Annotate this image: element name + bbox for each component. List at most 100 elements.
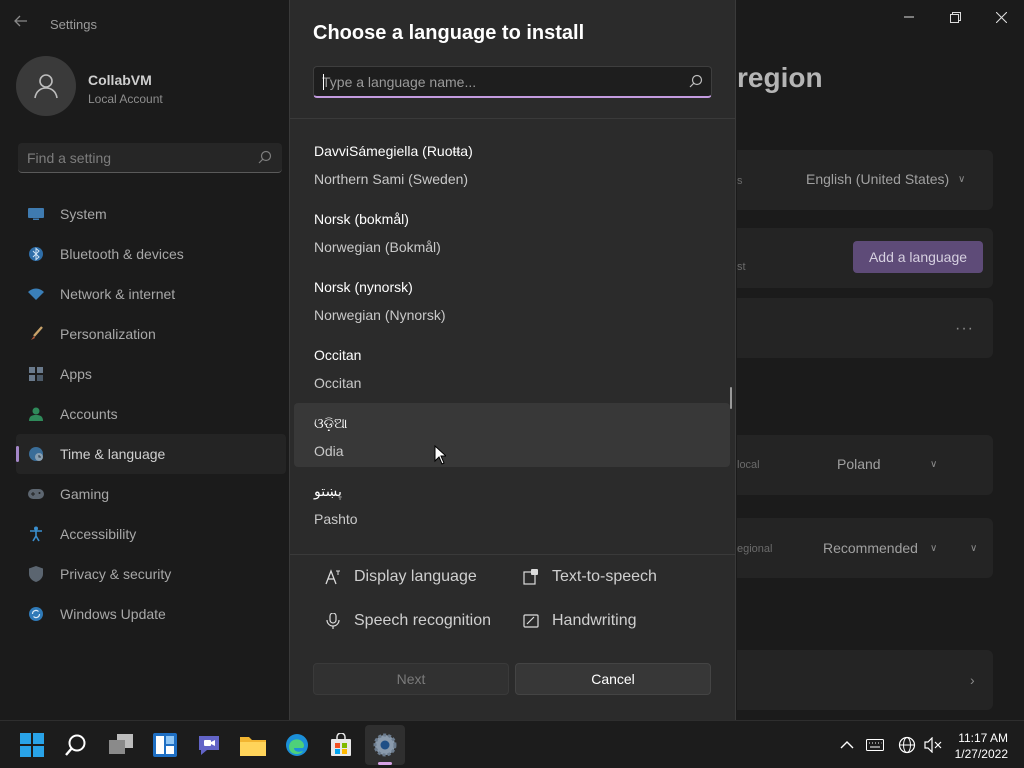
sidebar-item-label: System: [60, 206, 107, 222]
sidebar-item-personalization[interactable]: Personalization: [16, 314, 286, 354]
feature-label: Text-to-speech: [552, 568, 657, 585]
sidebar-item-windows-update[interactable]: Windows Update: [16, 594, 286, 634]
sidebar-item-label: Network & internet: [60, 286, 176, 302]
sidebar-item-bluetooth[interactable]: Bluetooth & devices: [16, 234, 286, 274]
chat-button[interactable]: [195, 731, 223, 759]
sidebar-item-apps[interactable]: Apps: [16, 354, 286, 394]
language-search-input[interactable]: [322, 72, 672, 92]
teams-chat-icon: [199, 736, 219, 755]
search-icon: [258, 150, 272, 169]
shield-icon: [28, 566, 44, 582]
sidebar-item-label: Accounts: [60, 406, 118, 422]
keyboard-button[interactable]: [866, 736, 884, 754]
list-item[interactable]: پښتو Pashto: [294, 471, 730, 535]
network-button[interactable]: [898, 736, 916, 754]
bluetooth-icon: [28, 246, 44, 262]
maximize-button[interactable]: [941, 8, 969, 26]
start-icon: [20, 733, 44, 757]
file-explorer-icon: [240, 737, 266, 756]
accessibility-icon: [28, 526, 44, 542]
divider: [290, 554, 735, 555]
windows-display-language-card: s English (United States) ∨: [737, 150, 993, 210]
sidebar-item-privacy[interactable]: Privacy & security: [16, 554, 286, 594]
language-english-name: Odia: [314, 443, 344, 459]
back-button[interactable]: [14, 14, 34, 34]
sidebar-nav: System Bluetooth & devices Network & int…: [16, 194, 286, 634]
cancel-button[interactable]: Cancel: [515, 663, 711, 695]
sidebar-item-label: Time & language: [60, 446, 166, 462]
language-native-name: Occitan: [314, 347, 362, 363]
find-setting-placeholder: Find a setting: [27, 150, 112, 166]
sidebar-item-label: Personalization: [60, 326, 156, 342]
file-explorer-button[interactable]: [239, 731, 267, 759]
language-native-name: Norsk (nynorsk): [314, 279, 413, 295]
start-button[interactable]: [18, 731, 46, 759]
display-language-dropdown[interactable]: English (United States): [806, 171, 949, 187]
find-setting-search[interactable]: Find a setting: [18, 143, 282, 173]
sidebar-item-accessibility[interactable]: Accessibility: [16, 514, 286, 554]
globe-icon: [898, 736, 916, 754]
chevron-down-icon: ∨: [958, 174, 966, 185]
list-item[interactable]: ଓଡ଼ିଆ Odia: [294, 403, 730, 467]
volume-button[interactable]: [924, 736, 942, 754]
task-view-button[interactable]: [107, 731, 135, 759]
sidebar-item-gaming[interactable]: Gaming: [16, 474, 286, 514]
sidebar-item-accounts[interactable]: Accounts: [16, 394, 286, 434]
keyboard-icon: [866, 739, 884, 751]
list-item[interactable]: DavviSámegiella (Ruoŧŧa) Northern Sami (…: [294, 131, 730, 195]
edge-button[interactable]: [283, 731, 311, 759]
sidebar-item-time-language[interactable]: Time & language: [16, 434, 286, 474]
sidebar-item-network[interactable]: Network & internet: [16, 274, 286, 314]
handwriting-icon: [522, 612, 540, 630]
volume-muted-icon: [924, 737, 942, 753]
regional-format-dropdown[interactable]: Recommended: [823, 540, 918, 556]
taskbar-search-button[interactable]: [62, 731, 90, 759]
sidebar-item-system[interactable]: System: [16, 194, 286, 234]
minimize-icon: [904, 16, 914, 18]
country-region-dropdown[interactable]: Poland: [837, 456, 881, 472]
list-item[interactable]: Occitan Occitan: [294, 335, 730, 399]
list-item[interactable]: Norsk (nynorsk) Norwegian (Nynorsk): [294, 267, 730, 331]
add-language-button[interactable]: Add a language: [853, 241, 983, 273]
edge-icon: [286, 734, 308, 756]
chevron-up-icon: [840, 741, 854, 749]
next-button[interactable]: Next: [313, 663, 509, 695]
settings-app-button[interactable]: [371, 731, 399, 759]
feature-label: Display language: [354, 568, 477, 585]
close-window-button[interactable]: [987, 8, 1015, 26]
feature-display-language: Display language: [324, 568, 477, 586]
search-icon: [689, 74, 703, 93]
country-region-label: local: [737, 459, 760, 471]
task-view-icon: [109, 734, 133, 754]
widgets-button[interactable]: [151, 731, 179, 759]
feature-handwriting: Handwriting: [522, 612, 636, 630]
widgets-icon: [153, 733, 177, 757]
avatar: [16, 56, 76, 116]
feature-speech-recognition: Speech recognition: [324, 612, 491, 630]
system-clock[interactable]: 11:17 AM 1/27/2022: [955, 730, 1008, 762]
sidebar-item-label: Accessibility: [60, 526, 137, 542]
expand-chevron-icon[interactable]: ∨: [970, 543, 977, 554]
store-button[interactable]: [327, 731, 355, 759]
show-hidden-icons-button[interactable]: [838, 736, 856, 754]
preferred-languages-label: st: [737, 261, 746, 273]
display-language-icon: [324, 568, 342, 586]
language-english-name: Occitan: [314, 375, 362, 391]
language-search-box[interactable]: [313, 66, 712, 98]
store-icon: [331, 733, 351, 756]
scrollbar-thumb[interactable]: [730, 387, 732, 409]
mouse-cursor-icon: [434, 444, 448, 470]
country-region-card: local Poland ∨: [737, 435, 993, 495]
update-icon: [28, 606, 44, 622]
app-title: Settings: [50, 17, 97, 32]
list-item[interactable]: Norsk (bokmål) Norwegian (Bokmål): [294, 199, 730, 263]
profile-name: CollabVM: [88, 72, 152, 88]
language-list[interactable]: DavviSámegiella (Ruoŧŧa) Northern Sami (…: [290, 119, 735, 554]
minimize-button[interactable]: [895, 8, 923, 26]
globe-clock-icon: [28, 446, 44, 462]
more-options-button[interactable]: ···: [955, 320, 974, 338]
related-settings-card[interactable]: ›: [737, 650, 993, 710]
feature-label: Handwriting: [552, 612, 637, 629]
language-native-name: پښتو: [314, 483, 342, 499]
language-native-name: Norsk (bokmål): [314, 211, 409, 227]
